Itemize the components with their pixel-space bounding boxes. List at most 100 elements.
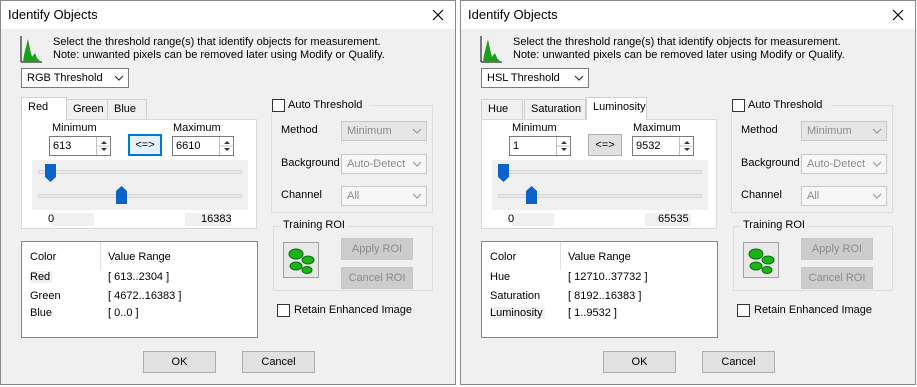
auto-threshold-checkbox[interactable]	[272, 99, 285, 112]
spinner-arrows-icon[interactable]	[96, 137, 111, 155]
tab-saturation[interactable]: Saturation	[524, 99, 586, 119]
maximum-slider-thumb[interactable]	[115, 186, 127, 204]
row-range: [ 4672..16383 ]	[108, 290, 182, 302]
swap-button[interactable]: <=>	[588, 134, 622, 156]
chevron-down-icon	[114, 75, 124, 81]
title-bar: Identify Objects	[461, 1, 915, 29]
maximum-label: Maximum	[173, 122, 221, 134]
range-max-label: 16383	[201, 213, 232, 225]
auto-threshold-checkbox[interactable]	[732, 99, 745, 112]
ok-button[interactable]: OK	[603, 351, 676, 373]
method-select[interactable]: Minimum	[801, 121, 887, 141]
minimum-slider-thumb[interactable]	[498, 164, 509, 182]
training-roi-label: Training ROI	[281, 219, 347, 231]
table-header-range: Value Range	[108, 251, 171, 263]
retain-enhanced-image-label: Retain Enhanced Image	[754, 304, 873, 316]
value-range-table: Color Value Range Red [ 613..2304 ] Gree…	[21, 241, 258, 338]
maximum-slider-thumb[interactable]	[525, 186, 537, 204]
maximum-spinner[interactable]: 9532	[632, 136, 694, 156]
minimum-slider-thumb[interactable]	[45, 164, 57, 182]
retain-enhanced-image-checkbox[interactable]	[277, 304, 290, 317]
minimum-slider-track[interactable]	[498, 170, 702, 174]
row-color: Hue	[490, 271, 511, 283]
swap-button[interactable]: <=>	[128, 134, 162, 156]
auto-threshold-label: Auto Threshold	[288, 99, 363, 111]
tab-label: Red	[28, 101, 49, 113]
apply-roi-button[interactable]: Apply ROI	[801, 238, 873, 260]
row-range: [ 613..2304 ]	[108, 271, 170, 283]
minimum-slider-track[interactable]	[38, 170, 242, 174]
threshold-mode-select[interactable]: RGB Threshold	[21, 68, 129, 88]
row-color: Green	[30, 290, 61, 302]
background-label: Background	[281, 157, 340, 169]
identify-objects-dialog-hsl: Identify Objects Select the threshold ra…	[460, 0, 916, 385]
method-label: Method	[741, 124, 778, 136]
table-header-color: Color	[490, 251, 517, 263]
chevron-down-icon	[872, 193, 882, 199]
tab-green[interactable]: Green	[66, 99, 108, 119]
tab-label: Saturation	[531, 103, 582, 115]
tab-label: Luminosity	[593, 101, 646, 113]
retain-enhanced-image-checkbox[interactable]	[737, 304, 750, 317]
dialog-title: Identify Objects	[8, 7, 98, 22]
minimum-value: 1	[513, 140, 520, 152]
maximum-value: 9532	[636, 140, 661, 152]
row-range: [ 12710..37732 ]	[568, 271, 648, 283]
range-min-label: 0	[48, 213, 55, 225]
title-bar: Identify Objects	[1, 1, 455, 29]
minimum-spinner[interactable]: 1	[509, 136, 571, 156]
channel-value: All	[807, 190, 820, 202]
spinner-arrows-icon[interactable]	[219, 137, 234, 155]
channel-select[interactable]: All	[341, 186, 427, 206]
minimum-label: Minimum	[52, 122, 97, 134]
cancel-button[interactable]: Cancel	[242, 351, 315, 373]
background-select[interactable]: Auto-Detect	[341, 154, 427, 174]
tab-red[interactable]: Red	[21, 97, 67, 120]
spinner-arrows-icon[interactable]	[679, 137, 694, 155]
maximum-slider-track[interactable]	[38, 194, 242, 198]
row-color: Luminosity	[490, 307, 545, 319]
description-line-2: Note: unwanted pixels can be removed lat…	[513, 49, 845, 61]
description-line-1: Select the threshold range(s) that ident…	[53, 36, 381, 48]
maximum-spinner[interactable]: 6610	[172, 136, 234, 156]
apply-roi-button[interactable]: Apply ROI	[341, 238, 413, 260]
row-color: Saturation	[490, 290, 541, 302]
threshold-mode-select[interactable]: HSL Threshold	[481, 68, 589, 88]
minimum-spinner[interactable]: 613	[49, 136, 111, 156]
range-min-box	[512, 213, 554, 226]
tab-panel: Minimum Maximum 613 <=> 6610 0 16383	[21, 119, 257, 229]
cancel-roi-button[interactable]: Cancel ROI	[801, 267, 873, 289]
method-select[interactable]: Minimum	[341, 121, 427, 141]
cancel-button[interactable]: Cancel	[702, 351, 775, 373]
channel-label: Channel	[281, 189, 322, 201]
training-roi-icon[interactable]	[743, 242, 779, 278]
tab-label: Green	[73, 103, 104, 115]
row-range: [ 0..0 ]	[108, 307, 139, 319]
tab-panel: Minimum Maximum 1 <=> 9532 0 65535	[481, 119, 717, 229]
tab-hue[interactable]: Hue	[481, 99, 523, 119]
close-icon[interactable]	[884, 2, 912, 28]
method-label: Method	[281, 124, 318, 136]
description: Select the threshold range(s) that ident…	[513, 36, 845, 62]
chevron-down-icon	[872, 161, 882, 167]
background-select[interactable]: Auto-Detect	[801, 154, 887, 174]
close-icon[interactable]	[424, 2, 452, 28]
row-color: Red	[30, 271, 53, 283]
slider-area	[492, 160, 708, 210]
ok-button[interactable]: OK	[143, 351, 216, 373]
tab-blue[interactable]: Blue	[107, 99, 147, 119]
training-roi-icon[interactable]	[283, 242, 319, 278]
cancel-roi-button[interactable]: Cancel ROI	[341, 267, 413, 289]
tab-luminosity[interactable]: Luminosity	[586, 97, 647, 120]
table-header-color: Color	[30, 251, 57, 263]
description: Select the threshold range(s) that ident…	[53, 36, 385, 62]
row-range: [ 1..9532 ]	[568, 307, 617, 319]
description-line-2: Note: unwanted pixels can be removed lat…	[53, 49, 385, 61]
histogram-icon	[480, 36, 502, 63]
spinner-arrows-icon[interactable]	[556, 137, 571, 155]
maximum-label: Maximum	[633, 122, 681, 134]
range-max-label: 65535	[658, 213, 689, 225]
identify-objects-dialog-rgb: Identify Objects Select the threshold ra…	[0, 0, 456, 385]
row-color: Blue	[30, 307, 53, 319]
channel-select[interactable]: All	[801, 186, 887, 206]
